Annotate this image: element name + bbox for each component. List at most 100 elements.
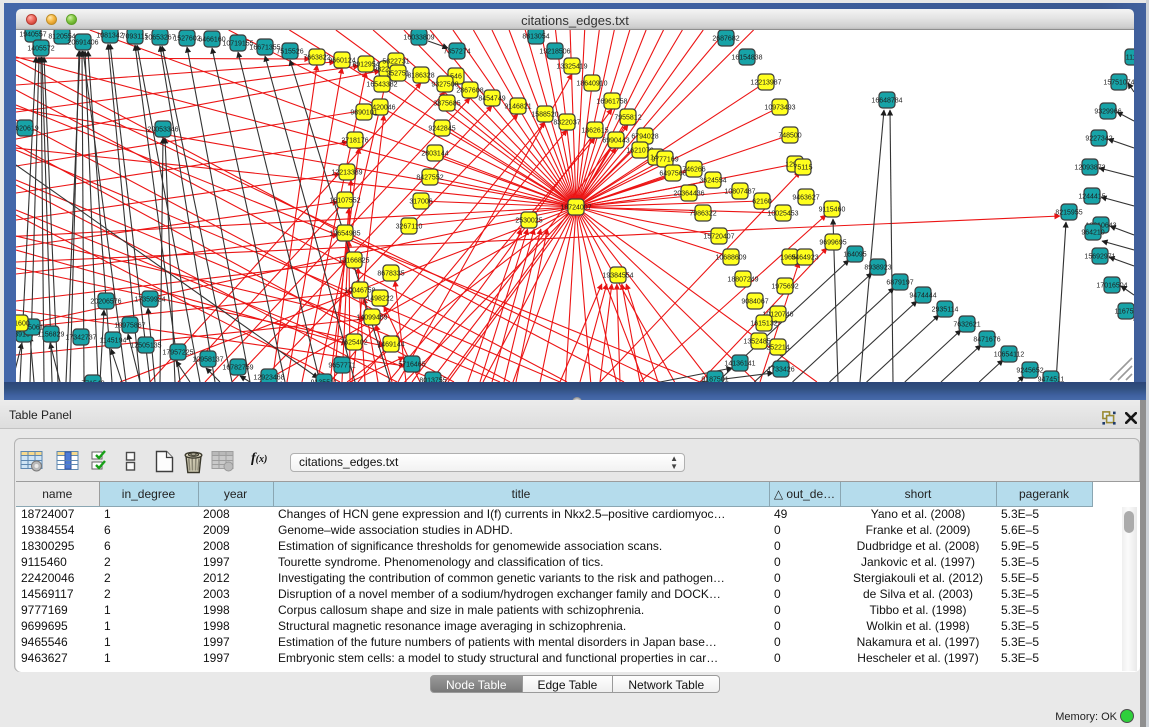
- svg-text:15692971: 15692971: [1084, 254, 1115, 261]
- svg-text:18807249: 18807249: [727, 277, 758, 284]
- svg-text:8454749: 8454749: [478, 96, 505, 103]
- svg-text:17342737: 17342737: [65, 335, 96, 342]
- svg-text:18640910: 18640910: [576, 81, 607, 88]
- svg-text:14099489: 14099489: [356, 315, 387, 322]
- svg-text:2718176: 2718176: [341, 138, 368, 145]
- svg-text:17016504: 17016504: [1096, 283, 1127, 290]
- svg-text:19166825: 19166825: [338, 258, 369, 265]
- svg-text:17957225: 17957225: [162, 350, 193, 357]
- svg-text:10688609: 10688609: [715, 255, 746, 262]
- svg-text:1498222: 1498222: [366, 296, 393, 303]
- svg-text:10975867: 10975867: [114, 323, 145, 330]
- svg-text:20053346: 20053346: [147, 127, 178, 134]
- svg-text:3624554: 3624554: [699, 178, 726, 185]
- svg-text:9115460: 9115460: [819, 207, 846, 214]
- svg-text:164095: 164095: [843, 252, 866, 259]
- svg-text:13325419: 13325419: [556, 64, 587, 71]
- svg-text:8678335: 8678335: [377, 271, 404, 278]
- svg-text:62160: 62160: [752, 199, 772, 206]
- svg-text:12923468: 12923468: [253, 375, 284, 382]
- svg-text:2687682: 2687682: [712, 36, 739, 43]
- svg-text:1615132: 1615132: [750, 321, 777, 328]
- svg-text:8471676: 8471676: [973, 337, 1000, 344]
- svg-text:1527602: 1527602: [173, 36, 200, 43]
- svg-text:964210: 964210: [1081, 230, 1104, 237]
- svg-text:10958137: 10958137: [192, 357, 223, 364]
- svg-text:3267110: 3267110: [396, 224, 423, 231]
- svg-text:6794028: 6794028: [631, 134, 658, 141]
- svg-text:16033809: 16033809: [403, 35, 434, 42]
- svg-text:2620619: 2620619: [16, 126, 39, 133]
- svg-text:16648784: 16648784: [871, 98, 902, 105]
- svg-text:116753: 116753: [1115, 309, 1134, 316]
- svg-text:19218506: 19218506: [539, 49, 570, 56]
- svg-text:1145194: 1145194: [100, 338, 127, 345]
- svg-text:12505135: 12505135: [130, 343, 161, 350]
- svg-text:16782759: 16782759: [222, 365, 253, 372]
- svg-text:7357274: 7357274: [443, 49, 470, 56]
- svg-text:20206576: 20206576: [90, 299, 121, 306]
- svg-text:9474444: 9474444: [909, 293, 936, 300]
- svg-text:1405572: 1405572: [27, 46, 54, 53]
- svg-text:317006: 317006: [409, 199, 432, 206]
- svg-text:2935114: 2935114: [932, 307, 959, 314]
- svg-text:9657771: 9657771: [328, 363, 355, 370]
- svg-text:9463627: 9463627: [792, 195, 819, 202]
- svg-text:2803144: 2803144: [421, 151, 448, 158]
- svg-text:10653267: 10653267: [144, 35, 175, 42]
- svg-text:952751: 952751: [386, 71, 409, 78]
- svg-text:1362615: 1362615: [581, 128, 608, 135]
- svg-text:7663822: 7663822: [303, 55, 330, 62]
- svg-text:10025453: 10025453: [767, 211, 798, 218]
- svg-text:15720407: 15720407: [703, 234, 734, 241]
- svg-text:15751074: 15751074: [1103, 80, 1134, 87]
- svg-text:8322037: 8322037: [553, 120, 580, 127]
- svg-text:9084067: 9084067: [741, 299, 768, 306]
- svg-text:9227342: 9227342: [1085, 136, 1112, 143]
- svg-text:6990443: 6990443: [602, 138, 629, 145]
- svg-text:10807487: 10807487: [724, 189, 755, 196]
- svg-text:3875685: 3875685: [433, 101, 460, 108]
- svg-text:10654112: 10654112: [994, 352, 1025, 359]
- svg-text:8427552: 8427552: [416, 175, 443, 182]
- svg-text:1940557: 1940557: [19, 32, 46, 39]
- svg-text:20691406: 20691406: [67, 40, 98, 47]
- svg-text:7955812: 7955812: [614, 115, 641, 122]
- svg-text:9245652: 9245652: [1016, 368, 1043, 375]
- svg-text:1469144: 1469144: [377, 342, 404, 349]
- svg-text:18724007: 18724007: [560, 205, 591, 212]
- svg-text:5716465: 5716465: [398, 362, 425, 369]
- svg-text:8938923: 8938923: [864, 265, 891, 272]
- svg-text:9327508: 9327508: [431, 82, 458, 89]
- svg-text:17359924: 17359924: [134, 297, 165, 304]
- svg-text:1975692: 1975692: [771, 284, 798, 291]
- svg-text:8186328: 8186328: [407, 73, 434, 80]
- svg-text:10973493: 10973493: [764, 105, 795, 112]
- svg-text:75115: 75115: [794, 165, 813, 172]
- svg-text:10046758: 10046758: [344, 288, 375, 295]
- svg-text:19654985: 19654985: [329, 231, 360, 238]
- svg-text:1588520: 1588520: [531, 112, 558, 119]
- svg-text:1081342: 1081342: [96, 33, 123, 40]
- svg-text:81600: 81600: [16, 321, 30, 328]
- svg-text:7632621: 7632621: [953, 322, 980, 329]
- svg-text:8215955: 8215955: [1055, 210, 1082, 217]
- svg-text:1733426: 1733426: [767, 367, 794, 374]
- svg-text:7986322: 7986322: [689, 211, 716, 218]
- svg-text:16107552: 16107552: [329, 198, 360, 205]
- svg-text:16154838: 16154838: [731, 55, 762, 62]
- svg-text:9329966: 9329966: [1094, 109, 1121, 116]
- svg-text:9890101: 9890101: [350, 110, 377, 117]
- svg-text:1156829: 1156829: [38, 332, 65, 339]
- svg-text:2530025: 2530025: [515, 218, 542, 225]
- svg-text:748500: 748500: [778, 133, 801, 140]
- svg-text:19384554: 19384554: [602, 273, 633, 280]
- svg-text:9464923: 9464923: [791, 255, 818, 262]
- svg-text:1244415: 1244415: [1078, 194, 1105, 201]
- svg-text:16961758: 16961758: [596, 99, 627, 106]
- svg-text:9699695: 9699695: [819, 240, 846, 247]
- svg-text:7515526: 7515526: [276, 49, 303, 56]
- svg-text:20364436: 20364436: [673, 191, 704, 198]
- svg-text:9146821: 9146821: [504, 104, 531, 111]
- svg-text:9242845: 9242845: [428, 126, 455, 133]
